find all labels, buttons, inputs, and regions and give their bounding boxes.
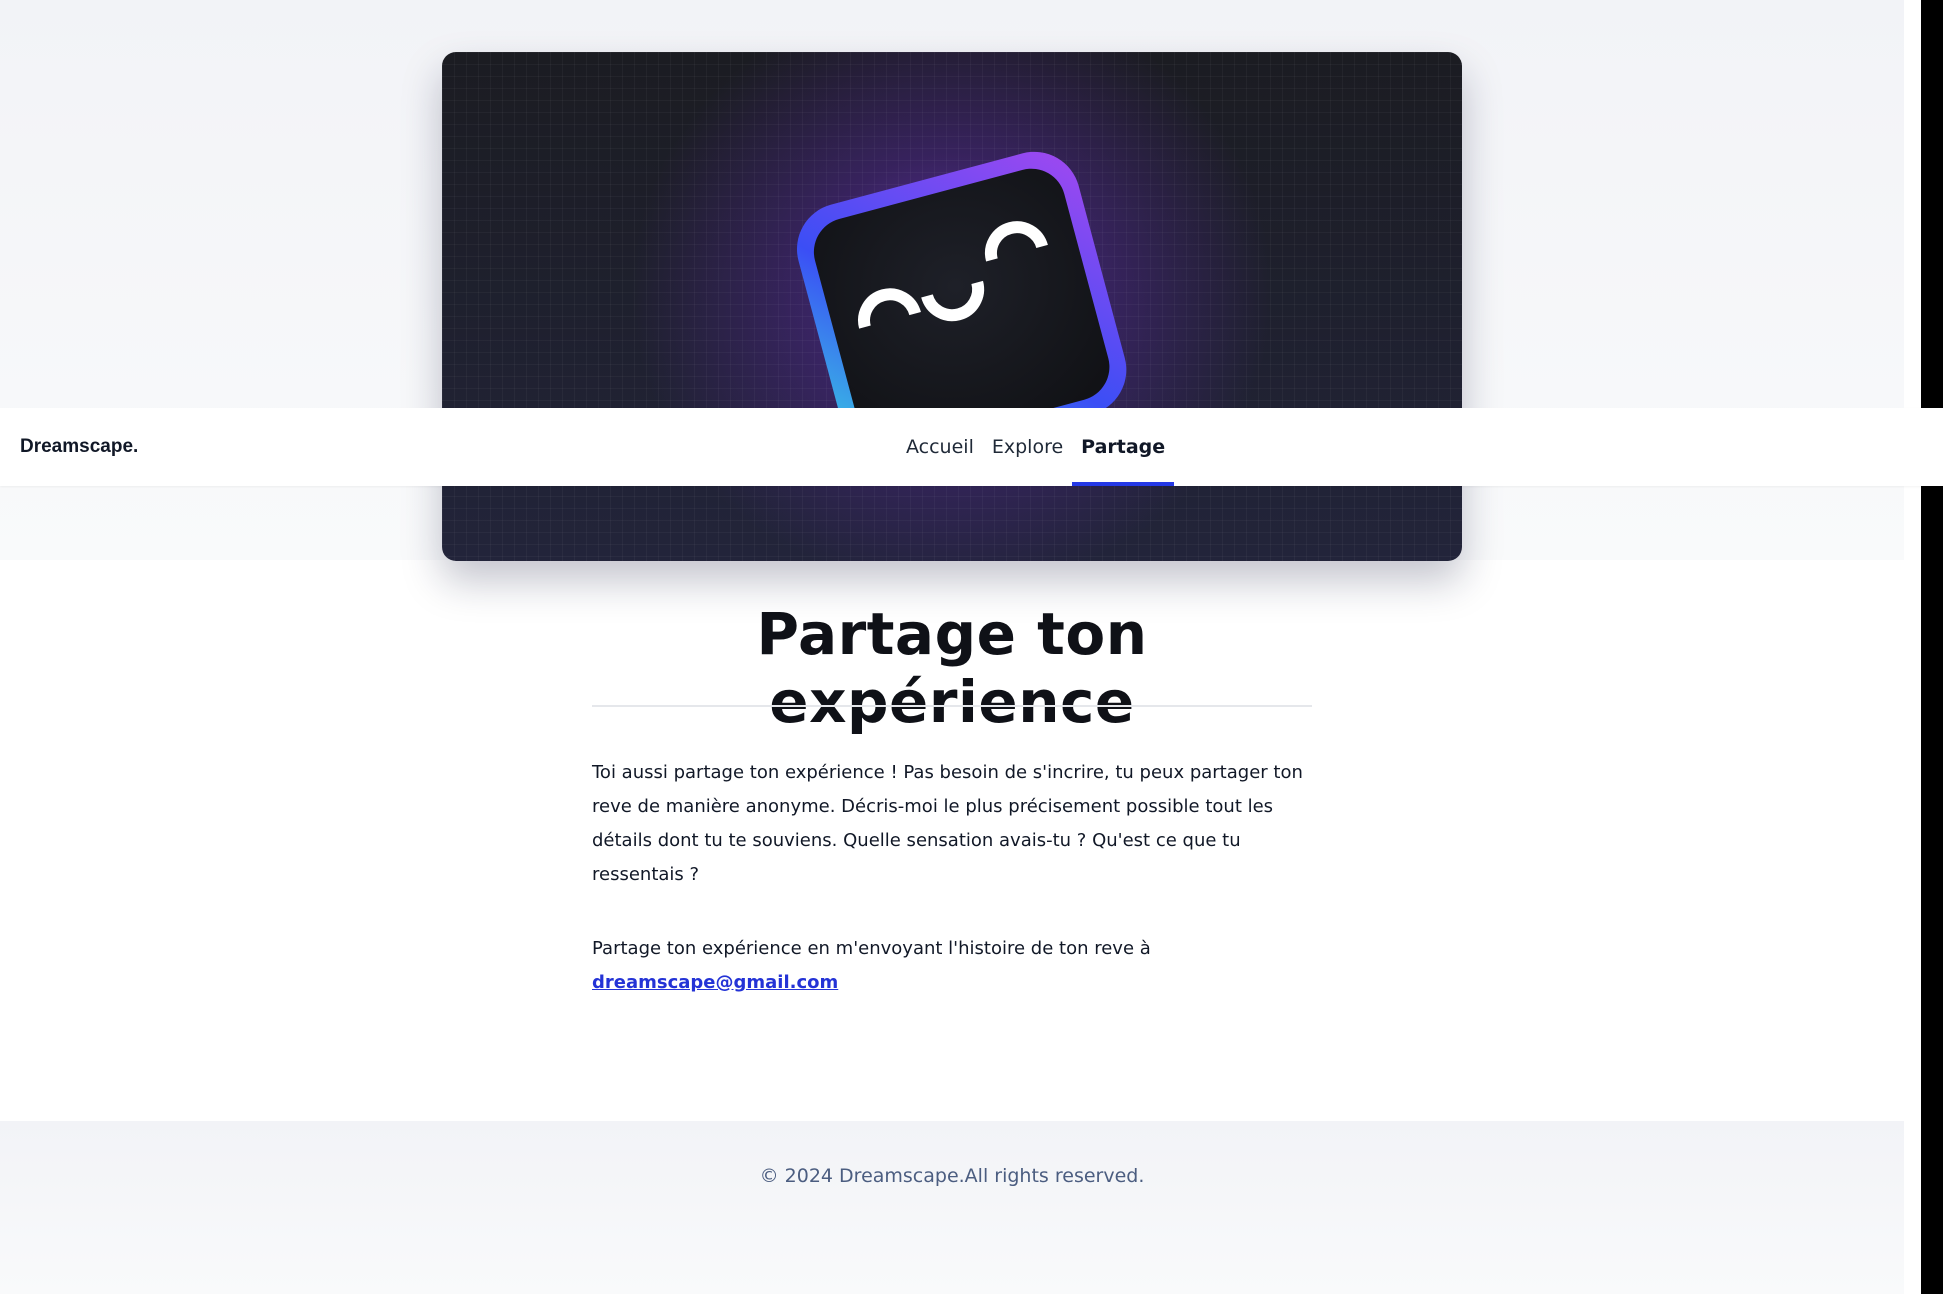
scrollbar-thumb[interactable]: [1921, 0, 1943, 1294]
page: Partage ton expérience Toi aussi partage…: [0, 0, 1904, 1294]
intro-paragraph: Toi aussi partage ton expérience ! Pas b…: [592, 762, 1303, 885]
footer: © 2024 Dreamscape.All rights reserved.: [0, 1121, 1904, 1294]
contact-paragraph: Partage ton expérience en m'envoyant l'h…: [592, 932, 1312, 1000]
copyright-text: © 2024 Dreamscape.All rights reserved.: [759, 1165, 1145, 1187]
email-link[interactable]: dreamscape@gmail.com: [592, 972, 838, 993]
brand-logo[interactable]: Dreamscape.: [20, 436, 138, 458]
contact-text: Partage ton expérience en m'envoyant l'h…: [592, 938, 1151, 959]
nav-link-accueil[interactable]: Accueil: [897, 408, 983, 486]
nav-link-partage[interactable]: Partage: [1072, 408, 1175, 486]
navbar: Dreamscape. Accueil Explore Partage: [0, 408, 1943, 486]
nav-links: Accueil Explore Partage: [897, 408, 1175, 486]
title-divider: [592, 705, 1312, 707]
nav-link-explore[interactable]: Explore: [983, 408, 1072, 486]
page-title: Partage ton expérience: [756, 600, 1148, 736]
